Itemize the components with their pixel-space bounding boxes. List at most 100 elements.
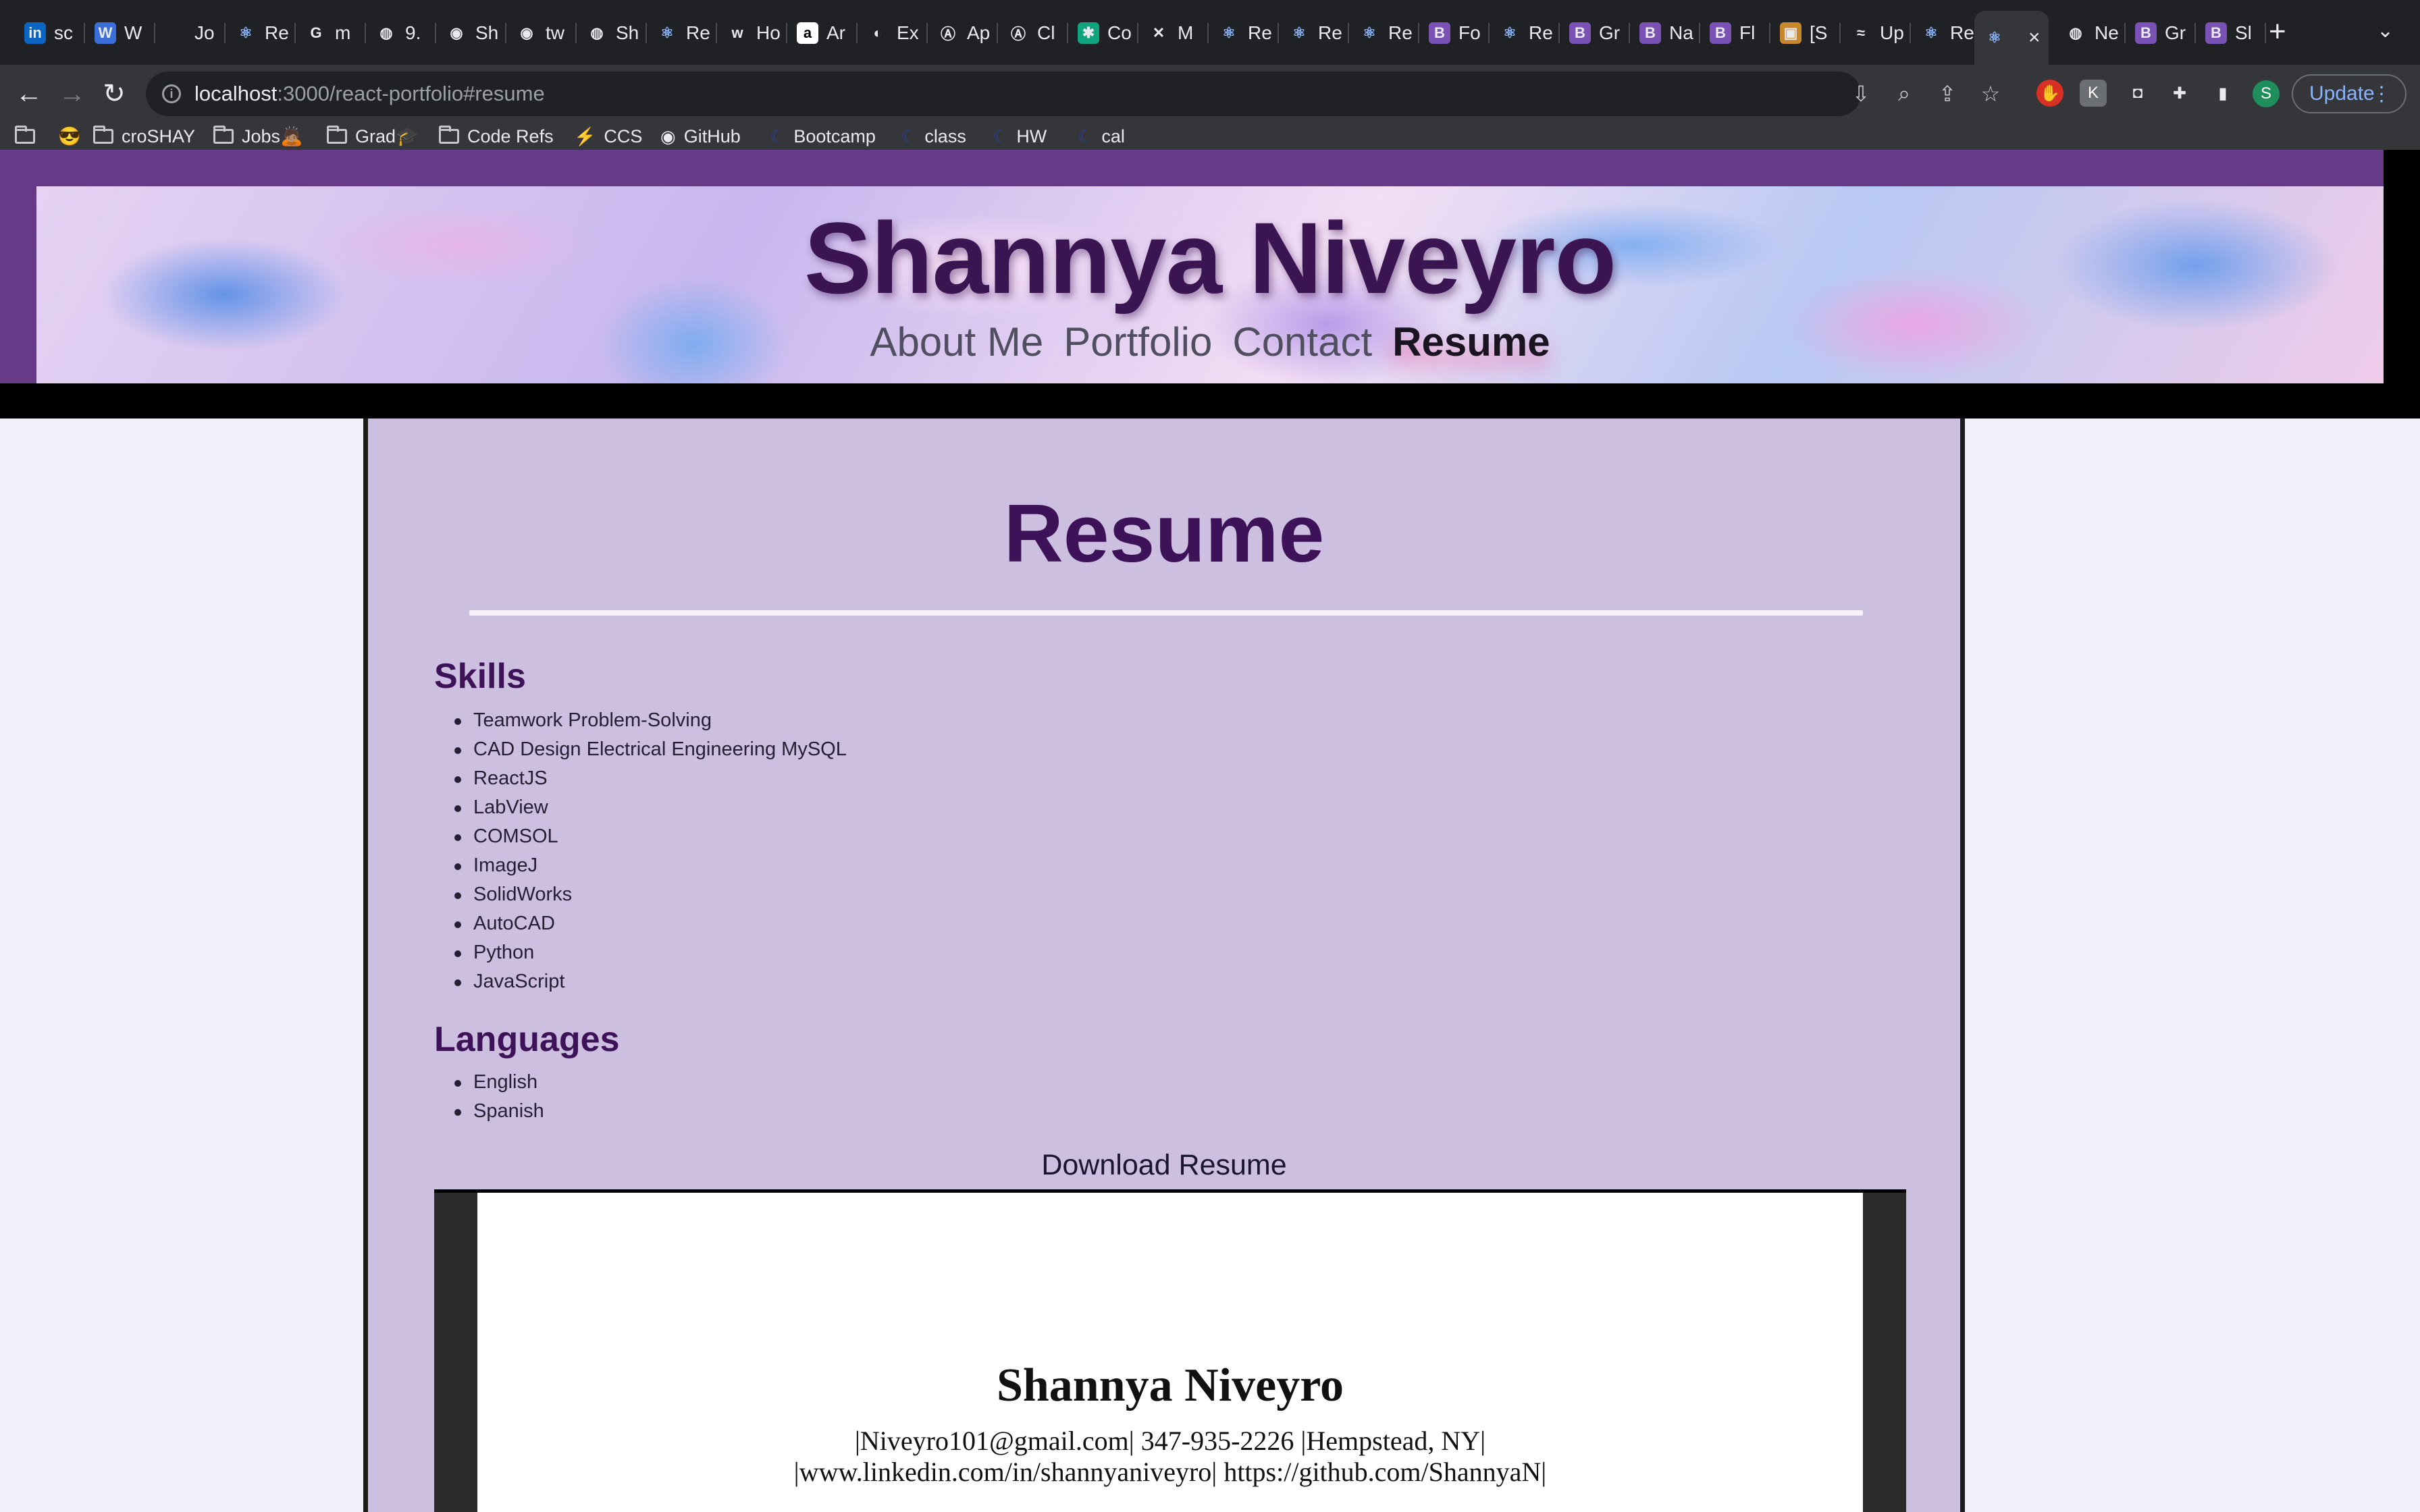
resume-section: Resume Skills Teamwork Problem-Solving CA…: [363, 418, 1965, 1512]
more-menu-icon[interactable]: ⋮: [2371, 82, 2392, 106]
bootstrap-icon: B: [2205, 22, 2227, 44]
extension-camera-icon[interactable]: ◘: [2124, 80, 2151, 107]
chrome-icon: ◍: [2069, 24, 2082, 41]
browser-tab-label: [S: [1810, 22, 1828, 43]
folder-icon: [439, 126, 459, 144]
bookmark-item[interactable]: [15, 123, 43, 150]
download-resume-link[interactable]: Download Resume: [368, 1149, 1960, 1182]
browser-tab[interactable]: Ⓐ Cl: [998, 16, 1068, 50]
bookmark-label: Bootcamp: [793, 126, 876, 146]
browser-tab[interactable]: ⚛ Re: [1490, 16, 1560, 50]
address-path: :3000/react-portfolio#resume: [277, 82, 545, 105]
browser-tab[interactable]: ⚛ Re: [1279, 16, 1349, 50]
nav-link-portfolio[interactable]: Portfolio: [1063, 319, 1212, 365]
skill-item: AutoCAD: [434, 909, 847, 938]
bookmark-item[interactable]: ◉ GitHub: [660, 123, 741, 150]
skill-item: ImageJ: [434, 851, 847, 880]
nav-link-about-me[interactable]: About Me: [870, 319, 1043, 365]
nav-link-resume[interactable]: Resume: [1392, 319, 1550, 365]
browser-tab[interactable]: ⚛ Re: [226, 16, 296, 50]
browser-tab[interactable]: ◍ Ne: [2055, 16, 2126, 50]
nav-link-contact[interactable]: Contact: [1232, 319, 1372, 365]
profile-avatar[interactable]: S: [2253, 80, 2280, 107]
browser-tab[interactable]: B Fo: [1419, 16, 1490, 50]
browser-tab[interactable]: ◐ Ex: [858, 16, 928, 50]
bookmark-label: Code Refs: [467, 126, 554, 146]
browser-tab[interactable]: B Gr: [1560, 16, 1630, 50]
bookmark-item[interactable]: ☾ cal: [1078, 123, 1125, 150]
browser-tab[interactable]: ⚛ Re: [1349, 16, 1419, 50]
browser-tab[interactable]: ◉ tw: [506, 16, 577, 50]
browser-tab[interactable]: ✱ Co: [1068, 16, 1138, 50]
side-panel-icon[interactable]: ▮: [2209, 80, 2236, 107]
browser-tab-label: Re: [1950, 22, 1974, 43]
bookmark-label: CCS: [604, 126, 643, 146]
bookmark-item[interactable]: ☾ class: [901, 123, 966, 150]
browser-tab[interactable]: B Sl: [2196, 16, 2266, 50]
browser-tab[interactable]: Ⓐ Ap: [928, 16, 998, 50]
browser-tab[interactable]: ◉ Sh: [436, 16, 506, 50]
browser-tab-label: Up: [1880, 22, 1904, 43]
browser-tab[interactable]: B Gr: [2126, 16, 2196, 50]
github-icon: ◉: [660, 126, 676, 146]
browser-tab[interactable]: ⚛ Re: [647, 16, 717, 50]
browser-tab[interactable]: in sc: [15, 16, 85, 50]
bookmark-label: Jobs🙇🏽: [242, 126, 303, 146]
browser-tab[interactable]: Gm: [296, 16, 366, 50]
browser-tab[interactable]: ≈ Up: [1841, 16, 1911, 50]
back-button[interactable]: ←: [11, 76, 47, 112]
browser-tab-label: Re: [1248, 22, 1272, 43]
site-info-icon[interactable]: i: [162, 84, 181, 103]
bookmark-item[interactable]: Jobs🙇🏽: [213, 123, 303, 150]
extension-adblock-icon[interactable]: ✋: [2036, 80, 2063, 107]
browser-tab-label: Re: [686, 22, 710, 43]
forward-button[interactable]: →: [54, 76, 90, 112]
globe-icon: ◍: [590, 24, 604, 41]
tab-search-chevron-icon[interactable]: ⌄: [2377, 19, 2394, 43]
close-tab-icon[interactable]: ×: [2028, 26, 2041, 49]
extensions-puzzle-icon[interactable]: ✚: [2166, 80, 2193, 107]
new-tab-button[interactable]: +: [2269, 15, 2286, 49]
browser-tab[interactable]: w Ho: [717, 16, 787, 50]
browser-tab[interactable]: ⚛ Re: [1209, 16, 1279, 50]
bookmark-star-icon[interactable]: ☆: [1970, 72, 2011, 116]
extension-k-icon[interactable]: K: [2080, 80, 2107, 107]
resume-pdf-viewer[interactable]: Shannya Niveyro |Niveyro101@gmail.com| 3…: [434, 1189, 1906, 1512]
bookmark-item[interactable]: 😎: [50, 123, 81, 150]
browser-tab[interactable]: ▣ [S: [1770, 16, 1841, 50]
react-icon: ⚛: [1292, 24, 1306, 41]
browser-tab[interactable]: ⚛ Re: [1911, 16, 1981, 50]
bootstrap-icon: B: [1710, 22, 1731, 44]
browser-tab[interactable]: B Fl: [1700, 16, 1770, 50]
bookmark-item[interactable]: ⚡ CCS: [574, 123, 642, 150]
browser-tab-label: sc: [54, 22, 73, 43]
browser-tab-label: Sh: [475, 22, 499, 43]
browser-tab[interactable]: WW: [85, 16, 155, 50]
browser-tab-label: Gr: [1599, 22, 1621, 43]
folder-icon: [93, 126, 113, 144]
update-button[interactable]: Update ⋮: [2292, 74, 2406, 113]
amazon-icon: a: [797, 22, 818, 44]
bootstrap-icon: B: [1429, 22, 1450, 44]
bookmark-item[interactable]: ☾ HW: [993, 123, 1047, 150]
browser-tab[interactable]: a Ar: [787, 16, 858, 50]
browser-tab[interactable]: ◍ Sh: [577, 16, 647, 50]
share-icon[interactable]: ⇪: [1927, 72, 1968, 116]
browser-tab[interactable]: ✕ M: [1138, 16, 1209, 50]
address-bar[interactable]: i localhost:3000/react-portfolio#resume …: [146, 72, 2000, 116]
browser-tab-label: Na: [1669, 22, 1693, 43]
browser-tab[interactable]: B Na: [1630, 16, 1700, 50]
github-icon: ◉: [450, 24, 463, 41]
install-app-icon[interactable]: ⇩: [1841, 72, 1881, 116]
divider: [469, 610, 1863, 616]
browser-tab[interactable]: ⚛ ×: [1974, 11, 2049, 65]
bookmark-item[interactable]: ☾ Bootcamp: [770, 123, 876, 150]
browser-tab[interactable]: Jo: [155, 16, 226, 50]
bookmark-item[interactable]: Grad🎓: [327, 123, 419, 150]
reload-button[interactable]: ↻: [96, 76, 132, 112]
zoom-icon[interactable]: ⌕: [1884, 72, 1924, 116]
browser-tab[interactable]: ◍ 9.: [366, 16, 436, 50]
bookmark-item[interactable]: Code Refs: [439, 123, 554, 150]
browser-toolbar: ← → ↻ i localhost:3000/react-portfolio#r…: [0, 65, 2420, 123]
bookmark-item[interactable]: croSHAY: [93, 123, 195, 150]
